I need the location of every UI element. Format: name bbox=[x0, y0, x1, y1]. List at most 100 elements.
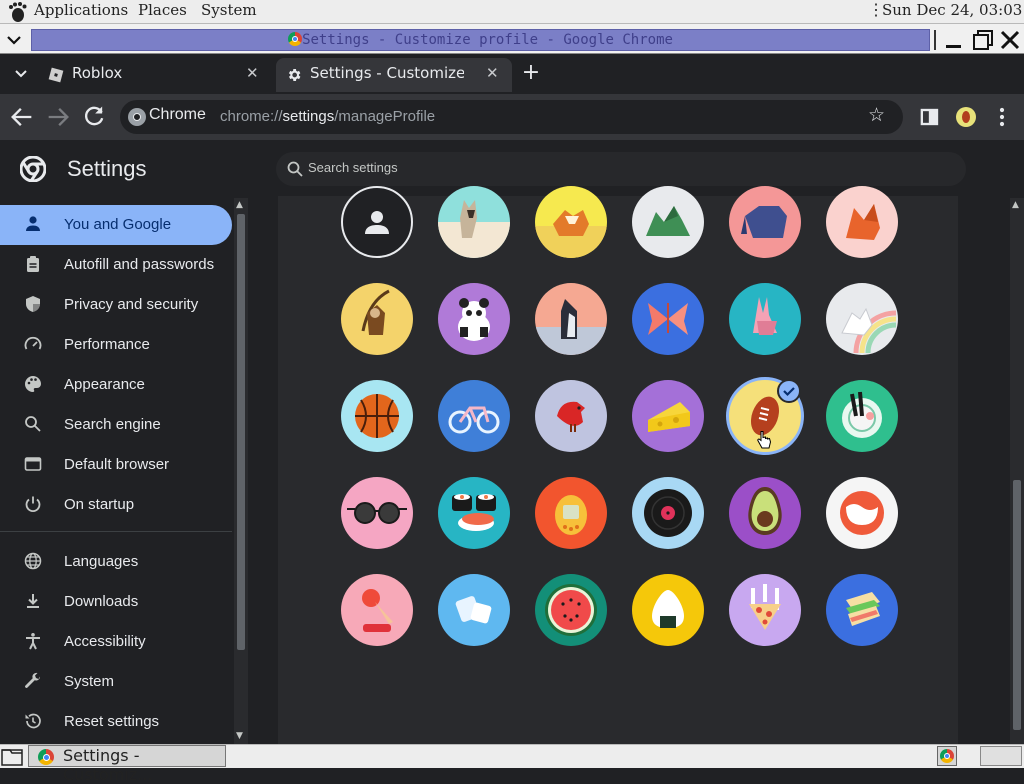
titlebar-separator bbox=[934, 30, 936, 50]
avatar-vinyl-record[interactable] bbox=[632, 477, 704, 549]
window-menu-chevron-icon[interactable] bbox=[2, 28, 26, 52]
sidebar-item-search-engine[interactable]: Search engine bbox=[0, 405, 232, 445]
avatar-origami-panda[interactable] bbox=[438, 283, 510, 355]
avatar-generic-person[interactable] bbox=[341, 186, 413, 258]
scroll-up-arrow-icon[interactable]: ▲ bbox=[236, 200, 243, 210]
sidebar-item-on-startup[interactable]: On startup bbox=[0, 485, 232, 525]
kebab-menu-icon[interactable] bbox=[988, 103, 1016, 131]
close-window-button[interactable] bbox=[998, 28, 1022, 52]
workspace-switcher[interactable] bbox=[937, 746, 957, 766]
sidebar-item-label: Reset settings bbox=[64, 713, 160, 730]
avatar-smiley[interactable] bbox=[826, 477, 898, 549]
search-icon bbox=[22, 415, 44, 435]
person-icon bbox=[22, 215, 44, 235]
avatar-origami-elephant[interactable] bbox=[729, 186, 801, 258]
sidebar-item-you-and-google[interactable]: You and Google bbox=[0, 205, 232, 245]
sidebar-item-downloads[interactable]: Downloads bbox=[0, 582, 232, 622]
avatar-ice-cream[interactable] bbox=[341, 574, 413, 646]
avatar-origami-cat[interactable] bbox=[438, 186, 510, 258]
avatar-avocado[interactable] bbox=[729, 477, 801, 549]
speedometer-icon bbox=[22, 335, 44, 355]
window-title-text: Settings - Customize profile - Google Ch… bbox=[302, 32, 673, 48]
places-menu[interactable]: Places bbox=[138, 1, 187, 19]
sidebar-item-system[interactable]: System bbox=[0, 662, 232, 702]
sidebar-item-label: Search engine bbox=[64, 416, 161, 433]
back-arrow-icon[interactable] bbox=[8, 103, 36, 131]
avatar-cheese[interactable] bbox=[632, 380, 704, 452]
chrome-logo-icon bbox=[128, 108, 146, 126]
avatar-tamagotchi[interactable] bbox=[535, 477, 607, 549]
profile-avatar-icon[interactable] bbox=[956, 107, 976, 127]
clipboard-icon bbox=[22, 255, 44, 275]
side-panel-icon[interactable] bbox=[916, 103, 944, 131]
forward-arrow-icon[interactable] bbox=[44, 103, 72, 131]
minimize-button[interactable] bbox=[942, 28, 966, 52]
address-bar[interactable]: Chrome chrome://settings/manageProfile ☆ bbox=[120, 100, 903, 134]
tab-search-chevron-icon[interactable] bbox=[10, 62, 32, 84]
applications-menu[interactable]: Applications bbox=[34, 1, 128, 19]
avatar-origami-fox[interactable] bbox=[826, 186, 898, 258]
sidebar-item-label: Downloads bbox=[64, 593, 139, 610]
avatar-origami-unicorn[interactable] bbox=[826, 283, 898, 355]
tab-roblox[interactable]: Roblox ✕ bbox=[40, 58, 268, 92]
avatar-basketball[interactable] bbox=[341, 380, 413, 452]
sidebar-scroll-thumb[interactable] bbox=[237, 214, 245, 650]
avatar-origami-rabbit[interactable] bbox=[729, 283, 801, 355]
roblox-favicon-icon bbox=[48, 67, 64, 83]
sidebar-divider bbox=[0, 531, 232, 532]
avatar-origami-penguin[interactable] bbox=[535, 283, 607, 355]
url-text: chrome://settings/manageProfile bbox=[220, 108, 435, 125]
chrome-chip-label: Chrome bbox=[149, 106, 206, 123]
globe-icon bbox=[22, 552, 44, 572]
sidebar-item-default-browser[interactable]: Default browser bbox=[0, 445, 232, 485]
scroll-up-arrow-icon[interactable]: ▲ bbox=[1012, 200, 1019, 210]
close-tab-icon[interactable]: ✕ bbox=[486, 64, 499, 82]
sidebar-item-reset[interactable]: Reset settings bbox=[0, 702, 232, 742]
sidebar-item-label: System bbox=[64, 673, 115, 690]
avatar-origami-monkey[interactable] bbox=[341, 283, 413, 355]
avatar-watermelon[interactable] bbox=[535, 574, 607, 646]
sidebar-item-performance[interactable]: Performance bbox=[0, 325, 232, 365]
avatar-cube[interactable] bbox=[438, 574, 510, 646]
search-settings-input[interactable]: Search settings bbox=[276, 152, 966, 186]
show-desktop-icon[interactable] bbox=[1, 746, 23, 766]
clock[interactable]: Sun Dec 24, 03:03 bbox=[882, 1, 1022, 19]
avatar-sandwich[interactable] bbox=[826, 574, 898, 646]
main-scroll-thumb[interactable] bbox=[1013, 480, 1021, 730]
avatar-origami-butterfly[interactable] bbox=[632, 283, 704, 355]
tab-label: Roblox bbox=[72, 64, 123, 82]
sidebar-item-autofill[interactable]: Autofill and passwords bbox=[0, 245, 232, 285]
scroll-down-arrow-icon[interactable]: ▼ bbox=[236, 731, 243, 741]
close-tab-icon[interactable]: ✕ bbox=[246, 64, 259, 82]
avatar-sushi[interactable] bbox=[438, 477, 510, 549]
customize-profile-card bbox=[278, 196, 958, 744]
avatar-bird[interactable] bbox=[535, 380, 607, 452]
url-host: settings bbox=[282, 108, 335, 125]
avatar-pizza[interactable] bbox=[729, 574, 801, 646]
sidebar-item-label: Autofill and passwords bbox=[64, 256, 215, 273]
taskbar-item-settings[interactable]: Settings - Customiz... bbox=[28, 745, 226, 784]
download-icon bbox=[22, 592, 44, 612]
new-tab-plus-icon[interactable]: + bbox=[520, 62, 542, 84]
reload-icon[interactable] bbox=[80, 103, 108, 131]
sidebar-item-privacy[interactable]: Privacy and security bbox=[0, 285, 232, 325]
workspace-pager[interactable] bbox=[980, 746, 1022, 766]
gnome-foot-icon[interactable] bbox=[6, 1, 28, 23]
avatar-bicycle[interactable] bbox=[438, 380, 510, 452]
chrome-logo-icon bbox=[940, 749, 954, 763]
search-icon bbox=[287, 161, 303, 177]
avatar-origami-corgi[interactable] bbox=[535, 186, 607, 258]
wrench-icon bbox=[22, 672, 44, 692]
system-menu[interactable]: System bbox=[201, 1, 257, 19]
avatar-onigiri[interactable] bbox=[632, 574, 704, 646]
avatar-ramen[interactable] bbox=[826, 380, 898, 452]
avatar-origami-dragon[interactable] bbox=[632, 186, 704, 258]
sidebar-item-appearance[interactable]: Appearance bbox=[0, 365, 232, 405]
bookmark-star-icon[interactable]: ☆ bbox=[868, 104, 885, 126]
avatar-sunglasses[interactable] bbox=[341, 477, 413, 549]
sidebar-item-accessibility[interactable]: Accessibility bbox=[0, 622, 232, 662]
tab-settings[interactable]: Settings - Customize p ✕ bbox=[276, 58, 512, 92]
shield-icon bbox=[22, 295, 44, 315]
maximize-button[interactable] bbox=[971, 28, 995, 52]
sidebar-item-languages[interactable]: Languages bbox=[0, 542, 232, 582]
